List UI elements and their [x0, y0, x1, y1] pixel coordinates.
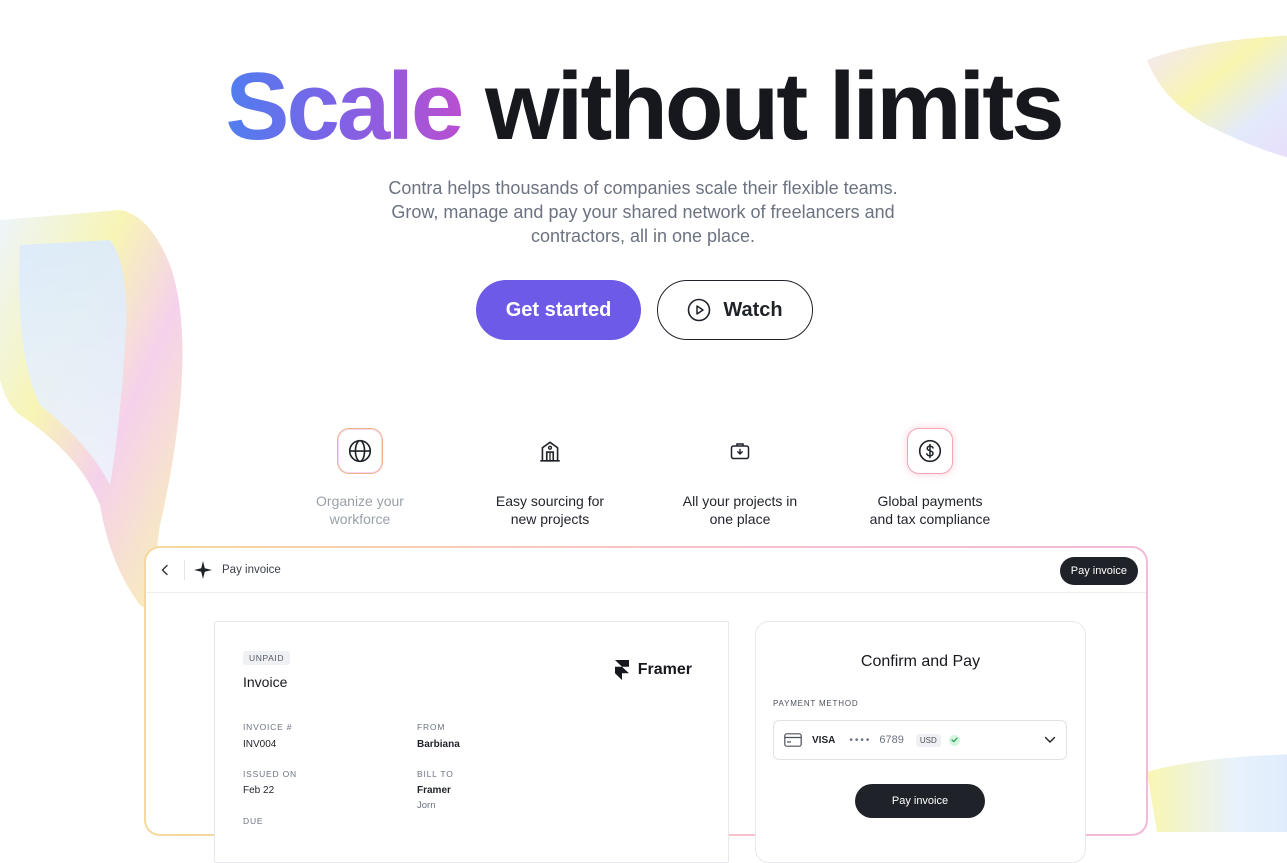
credit-card-icon	[784, 733, 802, 747]
pay-invoice-button[interactable]: Pay invoice	[855, 784, 985, 818]
from-label: FROM	[417, 722, 446, 732]
currency-badge: USD	[915, 733, 941, 747]
payment-method-label: PAYMENT METHOD	[773, 699, 859, 708]
feature-label: Global payments and tax compliance	[850, 492, 1010, 528]
card-masked-digits: ••••	[849, 734, 872, 746]
decorative-glass-shape-bottom-right	[1147, 754, 1287, 832]
feature-icon-box	[717, 428, 763, 474]
invoice-title: Invoice	[243, 674, 288, 690]
card-last-four: 6789	[879, 734, 904, 746]
chevron-down-icon	[1044, 736, 1056, 743]
issued-on-value: Feb 22	[243, 785, 275, 796]
pay-invoice-top-button[interactable]: Pay invoice	[1059, 557, 1138, 585]
hero-subtitle-line: contractors, all in one place.	[530, 226, 756, 246]
bill-to-contact: Jorn	[417, 800, 436, 811]
feature-label-line: Easy sourcing for	[495, 493, 605, 509]
feature-tab-global-payments[interactable]: Global payments and tax compliance	[850, 428, 1010, 528]
app-topbar: Pay invoice Pay invoice	[146, 548, 1146, 593]
app-preview-window: Pay invoice Pay invoice UNPAID Invoice F…	[144, 546, 1148, 863]
contra-logo-icon	[194, 561, 212, 579]
hero-subtitle: Contra helps thousands of companies scal…	[343, 176, 943, 248]
feature-tab-projects-in-one-place[interactable]: All your projects in one place	[660, 428, 820, 528]
feature-label: All your projects in one place	[660, 492, 820, 528]
feature-icon-box	[907, 428, 953, 474]
payment-method-select[interactable]: VISA •••• 6789 USD	[773, 720, 1067, 760]
due-label: DUE	[243, 816, 264, 826]
hero-title-rest: without limits	[484, 53, 1065, 160]
hero-title-highlight: Scale	[225, 53, 464, 160]
confirm-pay-card: Confirm and Pay PAYMENT METHOD VISA ••••…	[755, 621, 1086, 863]
verified-check-icon	[948, 734, 960, 746]
feature-label: Easy sourcing for new projects	[470, 492, 630, 528]
divider	[184, 560, 185, 580]
get-started-button[interactable]: Get started	[476, 280, 641, 340]
feature-tab-easy-sourcing[interactable]: Easy sourcing for new projects	[470, 428, 630, 528]
dollar-icon	[918, 439, 942, 463]
feature-label: Organize your workforce	[280, 492, 440, 528]
feature-label-line: All your projects in	[682, 493, 798, 509]
feature-label-line: workforce	[329, 511, 391, 527]
issued-on-label: ISSUED ON	[243, 769, 297, 779]
feature-label-line: and tax compliance	[869, 511, 991, 527]
invoice-number-value: INV004	[243, 739, 277, 750]
feature-tab-organize-workforce[interactable]: Organize your workforce	[280, 428, 440, 528]
feature-label-line: Global payments	[877, 493, 983, 509]
hero-subtitle-line: Grow, manage and pay your shared network…	[391, 202, 895, 222]
confirm-pay-title: Confirm and Pay	[860, 653, 981, 670]
watch-button-label: Watch	[723, 298, 783, 321]
status-badge: UNPAID	[243, 651, 291, 665]
bill-to-value: Framer	[417, 785, 451, 796]
page-title: Pay invoice	[222, 564, 281, 576]
building-icon	[540, 441, 560, 462]
chevron-left-icon	[161, 564, 168, 576]
hero-subtitle-line: Contra helps thousands of companies scal…	[388, 178, 898, 198]
bill-to-label: BILL TO	[417, 769, 454, 779]
feature-icon-box	[527, 428, 573, 474]
from-value: Barbiana	[417, 739, 460, 750]
framer-logo: Framer	[614, 660, 692, 680]
feature-icon-box	[337, 428, 383, 474]
hero-title: Scale without limits	[0, 52, 1287, 162]
play-circle-icon	[688, 298, 711, 322]
briefcase-icon	[730, 443, 750, 460]
globe-icon	[348, 439, 372, 463]
watch-button[interactable]: Watch	[657, 280, 813, 340]
card-brand: VISA	[812, 734, 836, 746]
framer-icon	[614, 660, 629, 680]
invoice-card: UNPAID Invoice Framer INVOICE # INV004 F…	[214, 621, 729, 863]
feature-label-line: Organize your	[316, 493, 404, 509]
feature-label-line: one place	[709, 511, 771, 527]
feature-label-line: new projects	[510, 511, 590, 527]
invoice-number-label: INVOICE #	[243, 722, 293, 732]
back-button[interactable]	[156, 560, 174, 580]
framer-wordmark: Framer	[637, 661, 692, 678]
